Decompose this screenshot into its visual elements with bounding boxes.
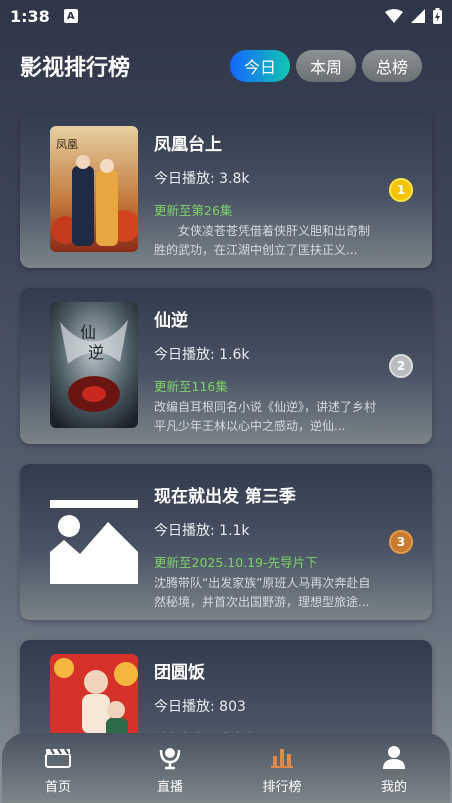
update-status: 更新至116集 (154, 379, 228, 394)
play-count: 今日播放: 803 (154, 699, 246, 715)
item-description: 沈腾带队“出发家族”原班人马再次奔赴自然秘境，并首次出国野游，理想型旅途... (154, 576, 371, 609)
rank-badge: 3 (389, 530, 413, 554)
nav-item-home[interactable]: 首页 (18, 742, 98, 795)
a-badge-icon: A (63, 9, 78, 23)
play-count: 今日播放: 1.6k (154, 347, 250, 363)
nav-item-profile[interactable]: 我的 (354, 742, 434, 795)
tab-this-week[interactable]: 本周 (295, 50, 356, 82)
bar-chart-icon (271, 742, 293, 772)
ranking-card[interactable]: 仙 逆 仙逆 今日播放: 1.6k 更新至116集 改编自耳根同名小说《仙逆》，… (20, 288, 432, 444)
clapperboard-icon (45, 742, 71, 772)
ranking-card[interactable]: 现在就出发 第三季 今日播放: 1.1k 更新至2025.10.19-先导片下 … (20, 464, 432, 620)
play-count: 今日播放: 3.8k (154, 171, 250, 187)
live-icon (158, 742, 182, 772)
bottom-nav: 首页 直播 排行榜 我的 (2, 733, 450, 803)
ranking-card[interactable]: 凤凰 凤凰台上 今日播放: 3.8k 更新至第26集 女侠凌苍苍凭借着侠肝义胆和… (20, 112, 432, 268)
person-icon (383, 742, 405, 772)
rank-badge: 2 (389, 354, 413, 378)
card-info: 现在就出发 第三季 今日播放: 1.1k 更新至2025.10.19-先导片下 … (154, 482, 379, 612)
rank-badge: 1 (389, 178, 413, 202)
svg-text:仙: 仙 (80, 323, 96, 342)
ranking-list: 凤凰 凤凰台上 今日播放: 3.8k 更新至第26集 女侠凌苍苍凭借着侠肝义胆和… (20, 112, 432, 803)
nav-label: 排行榜 (262, 779, 302, 795)
play-count: 今日播放: 1.1k (154, 523, 250, 539)
svg-text:逆: 逆 (88, 343, 104, 362)
wifi-icon (385, 9, 403, 23)
poster-image[interactable]: 凤凰 (50, 126, 138, 252)
item-title: 仙逆 (154, 311, 188, 331)
item-description: 女侠凌苍苍凭借着侠肝义胆和出奇制胜的武功，在江湖中创立了匡扶正义... (154, 224, 371, 257)
period-tabs: 今日 本周 总榜 (229, 50, 422, 82)
nav-item-ranking[interactable]: 排行榜 (242, 742, 322, 795)
image-placeholder-icon[interactable] (50, 478, 138, 604)
page-title: 影视排行榜 (20, 56, 131, 81)
status-time: 1:38 (10, 6, 50, 26)
item-description: 改编自耳根同名小说《仙逆》，讲述了乡村平凡少年王林以心中之感动，逆仙... (154, 400, 377, 433)
header: 影视排行榜 今日 本周 总榜 (20, 44, 422, 88)
card-info: 仙逆 今日播放: 1.6k 更新至116集 改编自耳根同名小说《仙逆》，讲述了乡… (154, 306, 379, 436)
tab-all-time[interactable]: 总榜 (361, 50, 422, 82)
nav-label: 我的 (380, 779, 407, 795)
battery-icon (433, 8, 442, 24)
update-status: 更新至第26集 (154, 203, 233, 218)
poster-image[interactable]: 仙 逆 (50, 302, 138, 428)
svg-text:凤凰: 凤凰 (56, 138, 78, 151)
status-bar: 1:38 A (0, 0, 452, 32)
nav-label: 直播 (156, 779, 183, 795)
item-title: 团圆饭 (154, 663, 205, 683)
item-title: 凤凰台上 (154, 135, 222, 155)
nav-item-live[interactable]: 直播 (130, 742, 210, 795)
tab-today[interactable]: 今日 (229, 50, 290, 82)
signal-icon (411, 9, 425, 23)
update-status: 更新至2025.10.19-先导片下 (154, 555, 318, 570)
item-title: 现在就出发 第三季 (154, 487, 296, 507)
card-info: 凤凰台上 今日播放: 3.8k 更新至第26集 女侠凌苍苍凭借着侠肝义胆和出奇制… (154, 130, 379, 260)
nav-label: 首页 (44, 779, 71, 795)
